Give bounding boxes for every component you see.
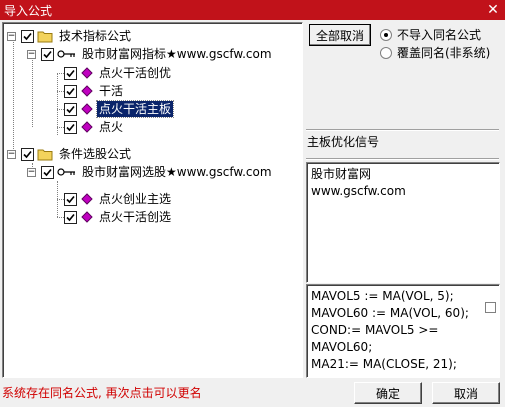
code-line: MA21:= MA(CLOSE, 21); [311,357,457,371]
tree-checkbox[interactable] [41,165,54,179]
formula-icon [81,67,93,79]
tree-node-group[interactable]: − 股市财富网指标★www.gscfw.com [27,45,274,63]
radio-overwrite-duplicates[interactable]: 覆盖同名(非系统) [380,44,490,61]
code-line: MAVOL5 := MA(VOL, 5); [311,289,454,303]
tree-node-formula[interactable]: 点火 [64,118,125,136]
tree-node-label: 干活 [99,84,124,98]
formula-tree[interactable]: − 技术指标公式 − 股市财富网指标★www.gscfw.com 点火干活创优 … [2,22,303,378]
formula-icon [81,193,93,205]
formula-icon [81,103,93,115]
info-line: www.gscfw.com [311,184,406,198]
tree-checkbox[interactable] [64,120,77,134]
info-line: 股市财富网 [311,167,372,181]
collapse-toggle[interactable]: − [27,167,36,177]
formula-icon [81,121,93,133]
tree-node-formula[interactable]: 干活 [64,82,125,100]
radio-button[interactable] [380,46,392,59]
folder-icon [37,31,53,43]
tree-checkbox[interactable] [64,84,77,98]
tree-connector [13,37,14,157]
uncheck-all-button[interactable]: 全部取消 [309,24,371,46]
formula-icon [81,85,93,97]
code-line: MAVOL60; [311,340,373,354]
tree-checkbox[interactable] [64,66,77,80]
tree-node-label: 技术指标公式 [59,29,132,43]
tree-node-label: 点火创业主选 [99,192,172,206]
tree-node-folder[interactable]: − 技术指标公式 [7,27,133,45]
key-icon [57,50,75,58]
collapse-toggle[interactable]: − [7,149,16,159]
radio-button-checked[interactable] [380,28,392,41]
radio-label: 覆盖同名(非系统) [397,46,491,60]
formula-description: 主板优化信号 [307,135,380,149]
tree-node-label: 股市财富网选股★www.gscfw.com [82,165,272,179]
tree-checkbox[interactable] [41,47,54,61]
tree-node-label: 条件选股公式 [59,147,132,161]
tree-node-folder[interactable]: − 条件选股公式 [7,145,133,163]
code-checkbox[interactable] [485,302,496,313]
cancel-button[interactable]: 取消 [432,382,500,404]
code-line: COND:= MAVOL5 >= [311,323,439,337]
tree-checkbox[interactable] [64,210,77,224]
divider [306,129,499,131]
formula-info-box: 股市财富网 www.gscfw.com [306,162,500,283]
tree-node-label: 股市财富网指标★www.gscfw.com [82,47,272,61]
title-bar: 导入公式 ✕ [0,0,505,20]
status-message: 系统存在同名公式, 再次点击可以更名 [2,386,202,400]
tree-node-label: 点火干活创选 [99,210,172,224]
radio-skip-duplicates[interactable]: 不导入同名公式 [380,26,481,43]
collapse-toggle[interactable]: − [27,49,36,59]
tree-node-label-selected: 点火干活主板 [95,100,175,118]
folder-icon [37,149,53,161]
tree-checkbox[interactable] [21,29,34,43]
tree-node-formula[interactable]: 点火干活创选 [64,208,173,226]
tree-checkbox[interactable] [21,147,34,161]
tree-connector [57,73,58,135]
tree-connector [32,55,33,127]
tree-checkbox[interactable] [64,102,77,116]
divider [306,158,499,160]
key-icon [57,168,75,176]
collapse-toggle[interactable]: − [7,31,16,41]
code-line: MAVOL60 := MA(VOL, 60); [311,306,469,320]
tree-node-label: 点火干活创优 [99,66,172,80]
formula-code-box[interactable]: MAVOL5 := MA(VOL, 5); MAVOL60 := MA(VOL,… [306,284,500,378]
window-title: 导入公式 [4,3,53,18]
tree-node-label: 点火 [99,120,124,134]
tree-node-formula[interactable]: 点火创业主选 [64,190,173,208]
close-button[interactable]: ✕ [485,2,501,18]
formula-icon [81,211,93,223]
tree-checkbox[interactable] [64,192,77,206]
tree-node-group[interactable]: − 股市财富网选股★www.gscfw.com [27,163,274,181]
radio-label: 不导入同名公式 [397,28,482,42]
tree-node-formula[interactable]: 点火干活创优 [64,64,173,82]
tree-node-formula[interactable]: 点火干活主板 [64,100,175,118]
ok-button[interactable]: 确定 [354,382,422,404]
